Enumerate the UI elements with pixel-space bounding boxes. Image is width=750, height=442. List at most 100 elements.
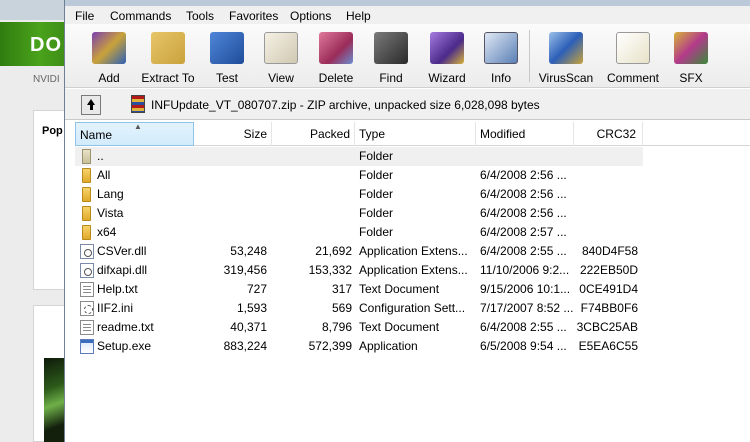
delete-button[interactable]: Delete [311, 28, 361, 86]
add-button[interactable]: Add [85, 28, 133, 86]
toolbar-separator [529, 30, 530, 82]
file-size: 727 [246, 282, 267, 296]
add-button-label: Add [98, 71, 120, 85]
folder-icon [82, 225, 91, 240]
file-type: Folder [359, 206, 394, 220]
file-packed: 317 [331, 282, 352, 296]
address-bar: INFUpdate_VT_080707.zip - ZIP archive, u… [65, 89, 750, 120]
extract-to-button[interactable]: Extract To [137, 28, 199, 86]
file-name: IIF2.ini [97, 301, 134, 315]
file-row-iif2-ini[interactable]: IIF2.ini 1,593 569 Configuration Sett...… [75, 299, 643, 318]
menu-favorites[interactable]: Favorites [229, 9, 278, 23]
background-panel-heading: Pop [42, 125, 63, 137]
file-crc32: 840D4F58 [581, 244, 638, 258]
zip-archive-icon [131, 95, 145, 113]
file-packed: 21,692 [315, 244, 352, 258]
dll-file-icon [80, 244, 94, 259]
file-row-x64[interactable]: x64 Folder 6/4/2008 2:57 ... [75, 223, 643, 242]
column-size-header[interactable]: Size [194, 122, 272, 146]
column-crc32-header[interactable]: CRC32 [574, 122, 643, 146]
comment-icon [616, 32, 650, 64]
dll-file-icon [80, 263, 94, 278]
find-button[interactable]: Find [367, 28, 415, 86]
menu-file[interactable]: File [75, 9, 94, 23]
file-type: Configuration Sett... [359, 301, 466, 315]
file-row-difxapi-dll[interactable]: difxapi.dll 319,456 153,332 Application … [75, 261, 643, 280]
test-button-label: Test [215, 71, 238, 85]
archive-path[interactable]: INFUpdate_VT_080707.zip - ZIP archive, u… [151, 98, 540, 112]
column-name-header[interactable]: ▲ Name [75, 122, 194, 146]
file-name: Lang [97, 187, 124, 201]
file-type: Application [359, 339, 418, 353]
file-list-header: ▲ Name Size Packed Type Modified CRC32 [75, 122, 750, 146]
sfx-button[interactable]: SFX [669, 28, 713, 86]
sfx-button-label: SFX [679, 71, 703, 85]
file-row-all[interactable]: All Folder 6/4/2008 2:56 ... [75, 166, 643, 185]
comment-button[interactable]: Comment [601, 28, 665, 86]
info-button-label: Info [490, 71, 511, 85]
folder-icon [82, 187, 91, 202]
file-name: difxapi.dll [97, 263, 148, 277]
virusscan-button[interactable]: VirusScan [535, 28, 597, 86]
file-modified: 7/17/2007 8:52 ... [480, 301, 574, 315]
parent-folder-icon [82, 149, 91, 164]
view-button-label: View [268, 71, 294, 85]
file-row-readme-txt[interactable]: readme.txt 40,371 8,796 Text Document 6/… [75, 318, 643, 337]
file-name: x64 [97, 225, 117, 239]
file-size: 883,224 [223, 339, 267, 353]
file-list[interactable]: ▲ Name Size Packed Type Modified CRC32 .… [75, 122, 750, 442]
background-photo [44, 358, 66, 442]
file-row-lang[interactable]: Lang Folder 6/4/2008 2:56 ... [75, 185, 643, 204]
ini-file-icon [80, 301, 94, 316]
file-modified: 6/4/2008 2:55 ... [480, 320, 567, 334]
file-crc32: F74BB0F6 [580, 301, 638, 315]
file-modified: 6/4/2008 2:56 ... [480, 187, 567, 201]
file-crc32: 222EB50D [579, 263, 638, 277]
file-packed: 572,399 [308, 339, 352, 353]
find-button-label: Find [379, 71, 403, 85]
file-type: Folder [359, 149, 394, 163]
file-name: .. [97, 149, 104, 163]
file-name: CSVer.dll [97, 244, 147, 258]
file-size: 1,593 [236, 301, 267, 315]
file-modified: 6/4/2008 2:57 ... [480, 225, 567, 239]
file-row-parent[interactable]: .. Folder [75, 147, 643, 166]
file-name: Help.txt [97, 282, 138, 296]
test-button[interactable]: Test [203, 28, 251, 86]
column-packed-header[interactable]: Packed [272, 122, 355, 146]
file-type: Application Extens... [359, 244, 468, 258]
column-name-label: Name [80, 128, 113, 142]
file-type: Folder [359, 187, 394, 201]
menu-help[interactable]: Help [346, 9, 371, 23]
sfx-archive-icon [674, 32, 708, 64]
file-packed: 569 [331, 301, 352, 315]
file-row-help-txt[interactable]: Help.txt 727 317 Text Document 9/15/2006… [75, 280, 643, 299]
menu-options[interactable]: Options [290, 9, 331, 23]
file-row-setup-exe[interactable]: Setup.exe 883,224 572,399 Application 6/… [75, 337, 643, 356]
extract-folder-icon [151, 32, 185, 64]
find-binoculars-icon [374, 32, 408, 64]
file-row-csver-dll[interactable]: CSVer.dll 53,248 21,692 Application Exte… [75, 242, 643, 261]
exe-file-icon [80, 339, 94, 354]
file-row-vista[interactable]: Vista Folder 6/4/2008 2:56 ... [75, 204, 643, 223]
info-button[interactable]: Info [479, 28, 523, 86]
info-icon [484, 32, 518, 64]
folder-icon [82, 168, 91, 183]
wizard-button-label: Wizard [428, 71, 466, 85]
menu-tools[interactable]: Tools [186, 9, 214, 23]
view-button[interactable]: View [257, 28, 305, 86]
toolbar: Add Extract To Test View Delete Find Wiz… [65, 24, 750, 88]
view-glasses-icon [264, 32, 298, 64]
column-type-header[interactable]: Type [355, 122, 476, 146]
file-modified: 9/15/2006 10:1... [480, 282, 571, 296]
test-checkmark-icon [210, 32, 244, 64]
file-type: Folder [359, 225, 394, 239]
file-name: All [97, 168, 111, 182]
column-modified-header[interactable]: Modified [476, 122, 574, 146]
file-size: 319,456 [223, 263, 267, 277]
wizard-button[interactable]: Wizard [421, 28, 473, 86]
up-folder-icon[interactable] [81, 95, 101, 115]
text-file-icon [80, 282, 94, 297]
menu-commands[interactable]: Commands [110, 9, 171, 23]
file-size: 40,371 [230, 320, 267, 334]
